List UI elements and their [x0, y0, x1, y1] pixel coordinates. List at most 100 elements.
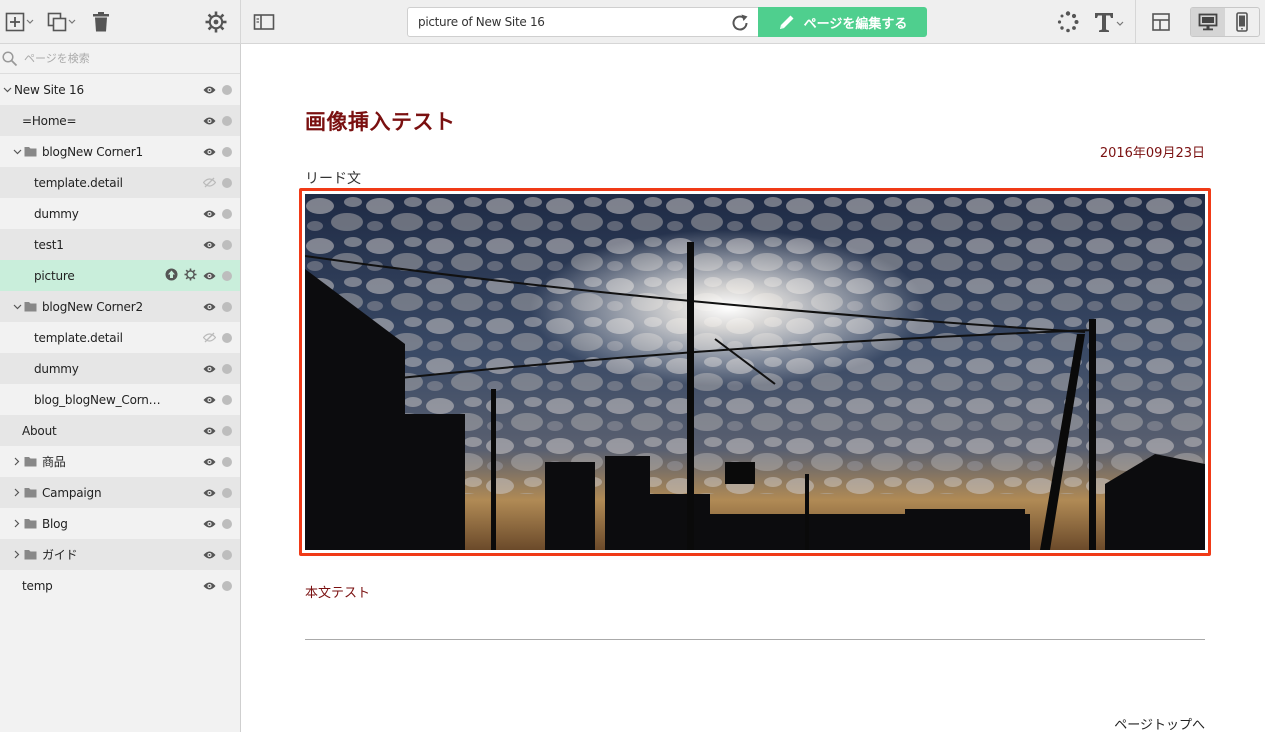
expand-toggle[interactable]: [10, 457, 24, 466]
sidebar-item-label: 商品: [42, 455, 66, 469]
sidebar-item-blognew-corner1[interactable]: blogNew Corner1: [0, 136, 240, 167]
sidebar-item-dummy-2[interactable]: dummy: [0, 353, 240, 384]
expand-toggle[interactable]: [10, 550, 24, 559]
page-tree: New Site 16 =Home= blogNew Corner1 template…: [0, 74, 240, 601]
expand-toggle[interactable]: [10, 519, 24, 528]
page-search-input[interactable]: [24, 52, 224, 65]
expand-toggle[interactable]: [10, 488, 24, 497]
folder-icon: [24, 519, 37, 529]
visible-eye-icon: [203, 86, 216, 93]
visibility-toggle[interactable]: [203, 147, 216, 157]
url-input[interactable]: [418, 8, 718, 36]
sidebar-item-guide[interactable]: ガイド: [0, 539, 240, 570]
status-dot: [222, 425, 232, 436]
expand-toggle[interactable]: [0, 87, 14, 93]
sidebar-item-home[interactable]: =Home=: [0, 105, 240, 136]
sidebar-item-label: picture: [34, 268, 75, 283]
toolbar-divider-2: [1135, 0, 1136, 44]
sidebar-item-about[interactable]: About: [0, 415, 240, 446]
visible-eye-icon: [203, 210, 216, 217]
sidebar-item-blog[interactable]: Blog: [0, 508, 240, 539]
duplicate-page-button[interactable]: [46, 8, 78, 36]
sidebar-item-test1[interactable]: test1: [0, 229, 240, 260]
sidebar-item-label: ガイド: [42, 548, 78, 562]
sidebar-item-dummy-1[interactable]: dummy: [0, 198, 240, 229]
visibility-toggle[interactable]: [203, 332, 216, 343]
page-preview: 画像挿入テスト 2016年09月23日 リード文 本文テスト ページトップへ: [241, 44, 1265, 733]
sidebar-item-template-detail-2[interactable]: template.detail: [0, 322, 240, 353]
lead-text: リード文: [305, 171, 361, 187]
sidebar-item-label: About: [22, 423, 57, 438]
visibility-toggle[interactable]: [203, 271, 216, 281]
visibility-toggle[interactable]: [203, 209, 216, 219]
sidebar-item-new-site-16[interactable]: New Site 16: [0, 74, 240, 105]
visibility-toggle[interactable]: [203, 177, 216, 188]
desktop-view-button[interactable]: [1191, 8, 1225, 36]
add-page-button[interactable]: [4, 8, 36, 36]
page-title: 画像挿入テスト: [305, 110, 456, 134]
sidebar-item-picture[interactable]: picture: [0, 260, 240, 291]
add-page-icon: [5, 12, 34, 32]
sidebar-item-label: test1: [34, 237, 64, 252]
page-settings-icon: [184, 268, 197, 280]
visibility-toggle[interactable]: [203, 240, 216, 250]
reload-button[interactable]: [730, 13, 750, 37]
loader-button[interactable]: [1056, 8, 1080, 36]
font-icon: [1095, 13, 1124, 32]
visibility-toggle[interactable]: [203, 395, 216, 405]
status-dot: [222, 363, 232, 374]
status-dot: [222, 84, 232, 95]
top-toolbar: ページを編集する: [0, 0, 1265, 44]
chevron-right-icon: [14, 519, 20, 528]
visible-eye-icon: [203, 148, 216, 155]
sidebar-item-label: blogNew Corner1: [42, 144, 143, 159]
visibility-toggle[interactable]: [203, 550, 216, 560]
visibility-toggle[interactable]: [203, 488, 216, 498]
mobile-view-button[interactable]: [1225, 8, 1259, 36]
back-to-top-link[interactable]: ページトップへ: [1114, 714, 1205, 733]
publish-button[interactable]: [165, 268, 178, 284]
sidebar-item-products[interactable]: 商品: [0, 446, 240, 477]
device-toggle: [1190, 7, 1260, 37]
expand-toggle[interactable]: [10, 149, 24, 155]
spinner-icon: [1057, 11, 1079, 33]
visible-eye-icon: [203, 365, 216, 372]
pencil-icon: [779, 15, 794, 29]
gear-icon: [205, 11, 227, 33]
visibility-toggle[interactable]: [203, 302, 216, 312]
visibility-toggle[interactable]: [203, 364, 216, 374]
visible-eye-icon: [203, 520, 216, 527]
sidebar-item-blog-blognew-corner[interactable]: blog_blogNew_Corn…: [0, 384, 240, 415]
smartphone-icon: [1236, 12, 1248, 32]
visibility-toggle[interactable]: [203, 426, 216, 436]
sidebar-item-blognew-corner2[interactable]: blogNew Corner2: [0, 291, 240, 322]
selected-image-block[interactable]: [299, 188, 1211, 556]
body-text: 本文テスト: [305, 586, 371, 601]
toggle-sidebar-button[interactable]: [252, 8, 276, 36]
search-icon: [2, 50, 18, 66]
visible-eye-icon: [203, 582, 216, 589]
visible-eye-icon: [203, 427, 216, 434]
page-settings-button[interactable]: [184, 268, 197, 284]
edit-page-button[interactable]: ページを編集する: [758, 7, 927, 37]
expand-toggle[interactable]: [10, 304, 24, 310]
sidebar-item-label: blogNew Corner2: [42, 299, 143, 314]
url-bar: [407, 7, 759, 37]
layout-button[interactable]: [1150, 8, 1172, 36]
visible-eye-icon: [203, 489, 216, 496]
visibility-toggle[interactable]: [203, 519, 216, 529]
visibility-toggle[interactable]: [203, 581, 216, 591]
sidebar-item-campaign[interactable]: Campaign: [0, 477, 240, 508]
sidebar-item-template-detail-1[interactable]: template.detail: [0, 167, 240, 198]
site-settings-button[interactable]: [204, 8, 228, 36]
sidebar-item-label: dummy: [34, 206, 79, 221]
visibility-toggle[interactable]: [203, 457, 216, 467]
sidebar-item-label: template.detail: [34, 330, 123, 345]
visibility-toggle[interactable]: [203, 85, 216, 95]
text-style-button[interactable]: [1092, 8, 1126, 36]
delete-page-button[interactable]: [90, 8, 112, 36]
folder-icon: [24, 550, 37, 560]
sidebar-item-temp[interactable]: temp: [0, 570, 240, 601]
visibility-toggle[interactable]: [203, 116, 216, 126]
desktop-icon: [1198, 13, 1218, 31]
